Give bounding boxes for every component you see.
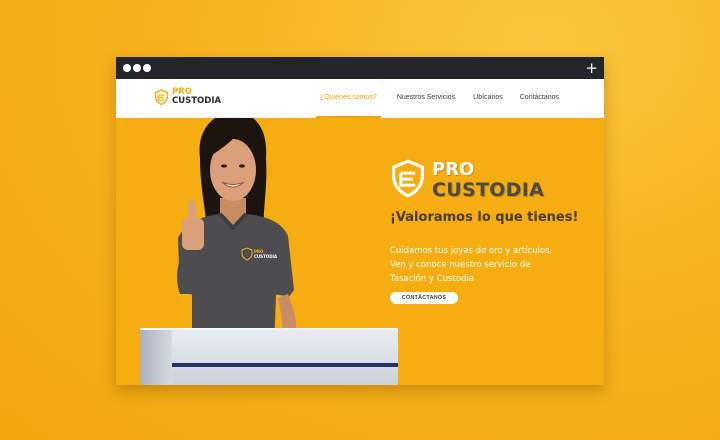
hero-description: Cuidamos tus joyas de oro y artículos. V…	[390, 244, 590, 286]
main-navigation: ¿Quiénes somos? Nuestros Servicios Ubíca…	[316, 79, 559, 118]
header-logo[interactable]: PRO CUSTODIA	[154, 88, 221, 106]
hero-slogan: ¡Valoramos lo que tienes!	[390, 210, 579, 225]
contact-button[interactable]: CONTÁCTANOS	[390, 292, 458, 304]
logo-text-custodia: CUSTODIA	[172, 96, 222, 106]
window-control-dot[interactable]	[133, 64, 141, 72]
hero-description-line: Cuidamos tus joyas de oro y artículos.	[390, 246, 553, 256]
hero-description-line: Tasación y Custodia	[390, 274, 474, 284]
shield-logo-icon	[392, 159, 424, 198]
hero-logo-text-custodia: CUSTODIA	[432, 179, 545, 201]
nav-item-servicios[interactable]: Nuestros Servicios	[397, 79, 455, 117]
site-header: PRO CUSTODIA ¿Quiénes somos? Nuestros Se…	[116, 79, 604, 118]
counter-desk	[140, 330, 398, 385]
browser-window: + PRO CUSTODIA ¿Quiénes somos? Nuestros …	[116, 57, 604, 385]
hero-description-line: Ven y conoce nuestro servicio de	[390, 260, 531, 270]
shield-logo-icon	[154, 89, 169, 105]
hero-logo-text-pro: PRO	[432, 159, 475, 180]
new-tab-button[interactable]: +	[585, 58, 598, 78]
hero-section: PRO CUSTODIA PRO CUSTODIA ¡Valoramos lo …	[116, 118, 604, 385]
window-titlebar: +	[116, 57, 604, 79]
window-control-dot[interactable]	[143, 64, 151, 72]
window-control-dot[interactable]	[123, 64, 131, 72]
hero-brand-logo: PRO CUSTODIA	[390, 158, 544, 200]
shirt-logo-text-custodia: CUSTODIA	[254, 254, 278, 259]
nav-item-quienes-somos[interactable]: ¿Quiénes somos?	[316, 79, 381, 118]
counter-side	[140, 330, 172, 385]
nav-item-contactanos[interactable]: Contáctanos	[520, 79, 559, 117]
counter-stripe	[172, 363, 398, 367]
nav-item-ubicanos[interactable]: Ubícanos	[473, 79, 503, 117]
